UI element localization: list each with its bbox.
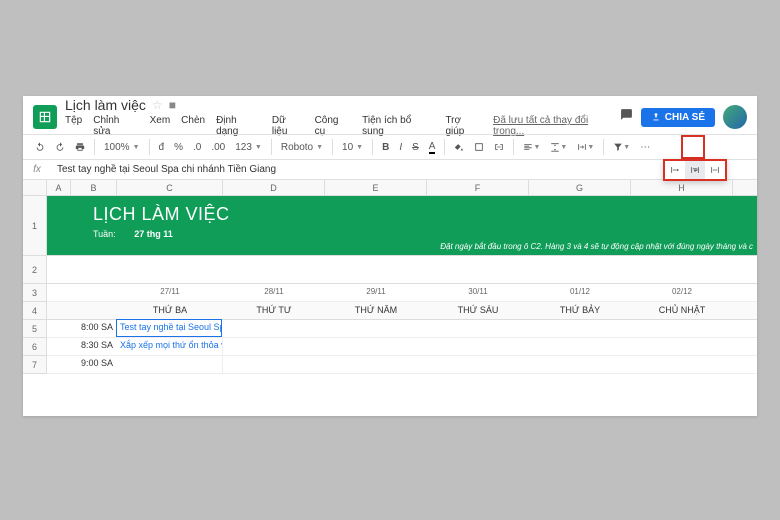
halign-button[interactable]: ▼: [519, 139, 544, 155]
format-more-button[interactable]: 123▼: [231, 140, 266, 155]
valign-button[interactable]: ▼: [546, 139, 571, 155]
col-header-C[interactable]: C: [117, 180, 223, 195]
star-icon[interactable]: ☆: [152, 98, 163, 112]
col-header-A[interactable]: A: [47, 180, 71, 195]
font-size-select[interactable]: 10▼: [338, 140, 367, 155]
row-header-6[interactable]: 6: [23, 338, 46, 356]
banner-title: LỊCH LÀM VIỆC: [93, 204, 757, 225]
folder-icon[interactable]: ■: [169, 98, 176, 112]
sheets-logo: [33, 105, 57, 129]
week-label: Tuần:: [93, 229, 116, 239]
font-select[interactable]: Roboto▼: [277, 140, 327, 155]
col-header-D[interactable]: D: [223, 180, 325, 195]
title-banner: LỊCH LÀM VIỆC Tuần: 27 thg 11 Đặt ngày b…: [47, 196, 757, 256]
week-value: 27 thg 11: [134, 229, 173, 239]
fx-icon: fx: [23, 164, 51, 175]
share-button[interactable]: CHIA SẺ: [641, 108, 715, 127]
day-cell[interactable]: THỨ TƯ: [223, 302, 325, 319]
percent-button[interactable]: %: [170, 139, 187, 156]
row-header-5[interactable]: 5: [23, 320, 46, 338]
spreadsheet-window: Lịch làm việc ☆ ■ Tệp Chỉnh sửa Xem Chèn…: [23, 96, 757, 416]
day-cell[interactable]: CHỦ NHẬT: [631, 302, 733, 319]
overflow-option[interactable]: [665, 161, 685, 179]
wrap-button-highlight: [681, 135, 705, 159]
column-headers: A B C D E F G H: [23, 180, 757, 196]
bold-button[interactable]: B: [378, 139, 393, 156]
redo-button[interactable]: [51, 139, 69, 155]
col-header-B[interactable]: B: [71, 180, 117, 195]
task-cell[interactable]: Xắp xếp mọi thứ ổn thỏa v: [117, 338, 223, 355]
col-header-G[interactable]: G: [529, 180, 631, 195]
data-row: 8:00 SA Test tay nghề tại Seoul Sp: [47, 320, 757, 338]
row-2[interactable]: [47, 256, 757, 284]
wrap-options-dropdown: [663, 159, 727, 181]
document-title[interactable]: Lịch làm việc: [65, 97, 146, 113]
date-cell[interactable]: 01/12: [529, 284, 631, 301]
row-header-1[interactable]: 1: [23, 196, 46, 256]
undo-button[interactable]: [31, 139, 49, 155]
fill-color-button[interactable]: [450, 139, 468, 155]
day-cell[interactable]: THỨ BẢY: [529, 302, 631, 319]
filter-button[interactable]: ▼: [609, 139, 634, 155]
time-cell[interactable]: 8:00 SA: [71, 320, 117, 337]
row-header-4[interactable]: 4: [23, 302, 46, 320]
data-row: 8:30 SA Xắp xếp mọi thứ ổn thỏa v: [47, 338, 757, 356]
user-avatar[interactable]: [723, 105, 747, 129]
share-label: CHIA SẺ: [665, 112, 705, 123]
col-header-H[interactable]: H: [631, 180, 733, 195]
formula-input[interactable]: Test tay nghề tại Seoul Spa chi nhánh Ti…: [51, 164, 276, 175]
title-bar: Lịch làm việc ☆ ■ Tệp Chỉnh sửa Xem Chèn…: [23, 96, 757, 134]
date-cell[interactable]: 30/11: [427, 284, 529, 301]
merge-button[interactable]: [490, 139, 508, 155]
more-button[interactable]: ⋯: [636, 139, 654, 156]
formula-bar: fx Test tay nghề tại Seoul Spa chi nhánh…: [23, 160, 757, 180]
decimal-dec-button[interactable]: .0: [189, 139, 205, 156]
date-cell[interactable]: 02/12: [631, 284, 733, 301]
dates-row: 27/11 28/11 29/11 30/11 01/12 02/12: [47, 284, 757, 302]
time-cell[interactable]: 8:30 SA: [71, 338, 117, 355]
day-cell[interactable]: THỨ BA: [117, 302, 223, 319]
print-button[interactable]: [71, 139, 89, 155]
day-cell[interactable]: THỨ NĂM: [325, 302, 427, 319]
strike-button[interactable]: S: [408, 139, 423, 156]
time-cell[interactable]: 9:00 SA: [71, 356, 117, 373]
selected-cell[interactable]: Test tay nghề tại Seoul Sp: [116, 319, 222, 337]
text-color-button[interactable]: A: [425, 138, 440, 157]
data-row: 9:00 SA: [47, 356, 757, 374]
wrap-option[interactable]: [685, 161, 705, 179]
wrap-button[interactable]: ▼: [573, 139, 598, 155]
banner-note: Đặt ngày bắt đầu trong ô C2. Hàng 3 và 4…: [440, 242, 753, 251]
clip-option[interactable]: [705, 161, 725, 179]
date-cell[interactable]: 27/11: [117, 284, 223, 301]
row-numbers: 1 2 3 4 5 6 7: [23, 196, 47, 374]
currency-button[interactable]: đ: [155, 139, 169, 156]
row-header-7[interactable]: 7: [23, 356, 46, 374]
toolbar: 100%▼ đ % .0 .00 123▼ Roboto▼ 10▼ B I S …: [23, 134, 757, 160]
row-header-2[interactable]: 2: [23, 256, 46, 284]
decimal-inc-button[interactable]: .00: [207, 139, 229, 156]
zoom-select[interactable]: 100%▼: [100, 140, 144, 155]
days-row: THỨ BA THỨ TƯ THỨ NĂM THỨ SÁU THỨ BẢY CH…: [47, 302, 757, 320]
col-header-F[interactable]: F: [427, 180, 529, 195]
task-cell[interactable]: [117, 356, 223, 373]
col-header-E[interactable]: E: [325, 180, 427, 195]
comments-icon[interactable]: [620, 108, 633, 126]
day-cell[interactable]: THỨ SÁU: [427, 302, 529, 319]
row-header-3[interactable]: 3: [23, 284, 46, 302]
date-cell[interactable]: 29/11: [325, 284, 427, 301]
spreadsheet-grid: A B C D E F G H 1 2 3 4 5 6 7 LỊCH LÀM V…: [23, 180, 757, 416]
date-cell[interactable]: 28/11: [223, 284, 325, 301]
italic-button[interactable]: I: [395, 139, 406, 156]
borders-button[interactable]: [470, 139, 488, 155]
